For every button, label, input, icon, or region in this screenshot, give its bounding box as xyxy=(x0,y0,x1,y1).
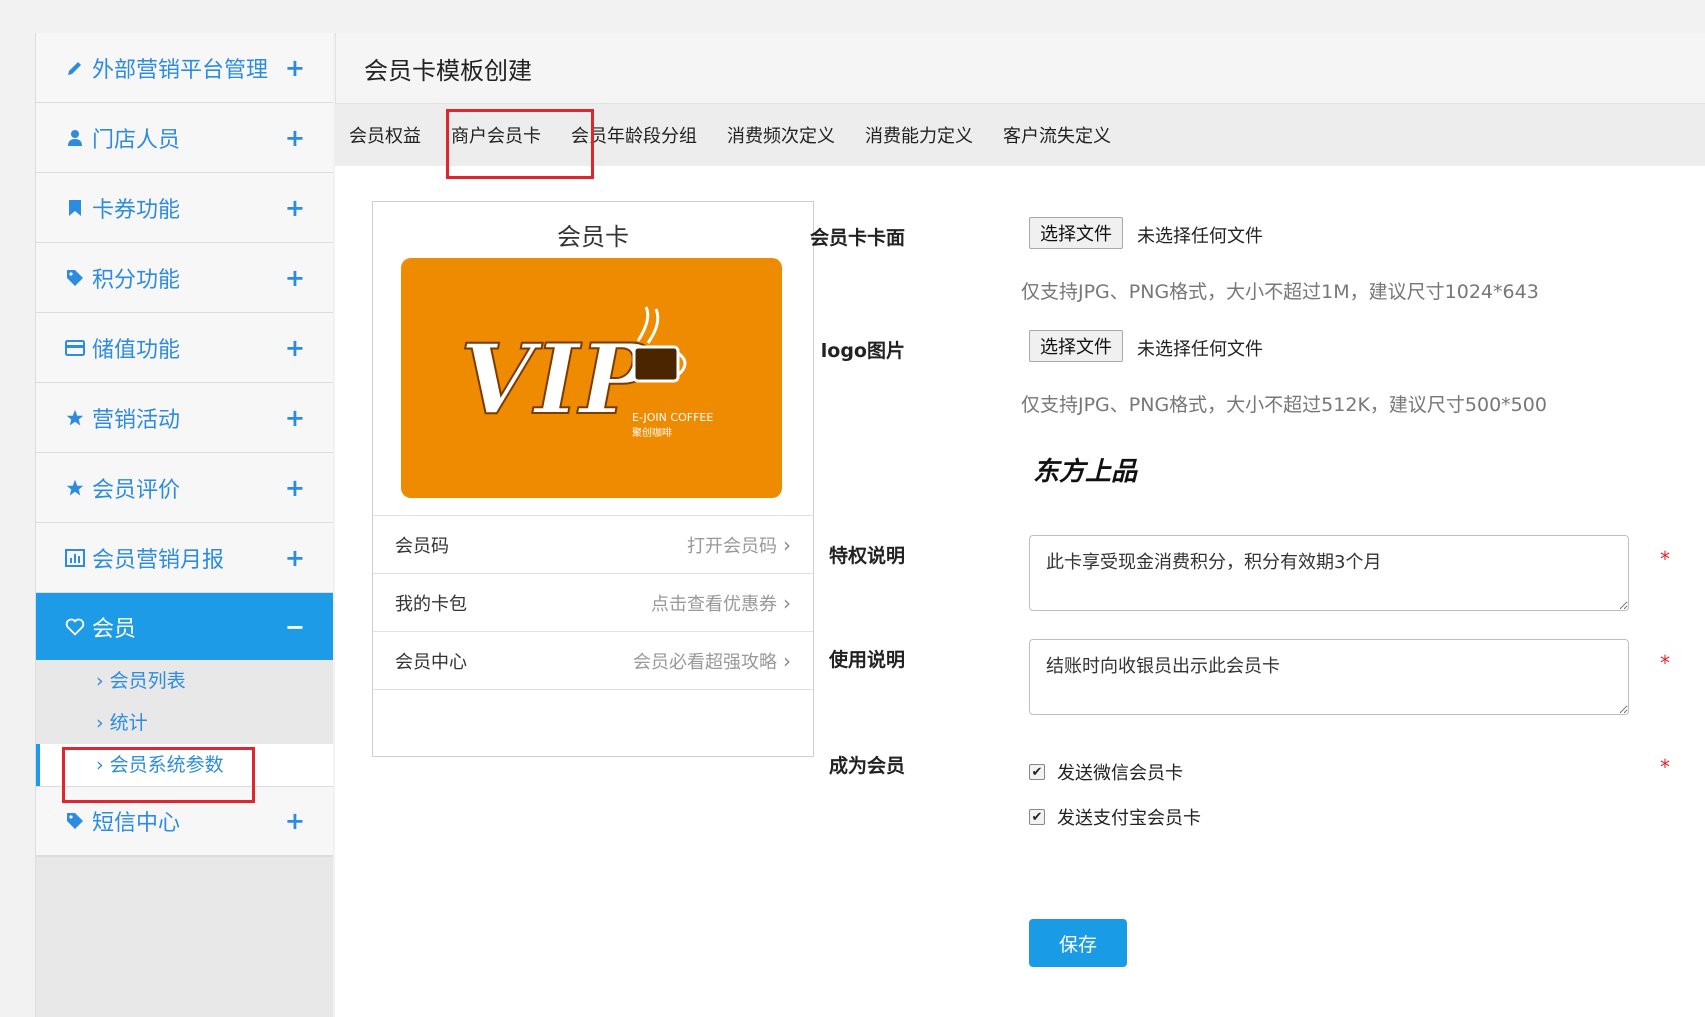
sidebar-item-points[interactable]: 积分功能 + xyxy=(36,243,333,313)
collapse-icon[interactable]: − xyxy=(285,613,305,641)
preview-row-my-wallet[interactable]: 我的卡包 点击查看优惠券 › xyxy=(373,573,813,631)
save-button[interactable]: 保存 xyxy=(1029,919,1127,967)
logo-label: logo图片 xyxy=(820,340,905,362)
svg-text:聚创咖啡: 聚创咖啡 xyxy=(632,426,672,439)
privilege-label: 特权说明 xyxy=(828,545,905,567)
expand-icon[interactable]: + xyxy=(285,334,305,362)
sidebar-item-monthly-report[interactable]: 会员营销月报 + xyxy=(36,523,333,593)
sidebar-item-member[interactable]: 会员 − xyxy=(36,593,333,660)
heart-icon xyxy=(64,618,86,636)
vip-card-image: VIP E-JOIN COFFEE 聚创咖啡 xyxy=(401,258,782,498)
main-panel: 会员卡模板创建 会员权益 商户会员卡 会员年龄段分组 消费频次定义 消费能力定义… xyxy=(335,33,1705,1017)
become-member-label: 成为会员 xyxy=(828,755,905,777)
card-face-file-state: 未选择任何文件 xyxy=(1137,226,1263,247)
sidebar: 外部营销平台管理 + 门店人员 + 卡券功能 + 积分功能 + 储值功能 + 营… xyxy=(35,33,333,1017)
preview-title: 会员卡 xyxy=(557,223,629,251)
sidebar-item-label: 会员评价 xyxy=(92,477,181,503)
logo-hint: 仅支持JPG、PNG格式，大小不超过512K，建议尺寸500*500 xyxy=(1021,394,1547,416)
sidebar-item-marketing-activities[interactable]: 营销活动 + xyxy=(36,383,333,453)
sidebar-item-label: 外部营销平台管理 xyxy=(92,57,269,83)
sidebar-item-label: 储值功能 xyxy=(92,337,181,363)
expand-icon[interactable]: + xyxy=(285,404,305,432)
svg-text:VIP: VIP xyxy=(460,323,654,436)
preview-row-member-code[interactable]: 会员码 打开会员码 › xyxy=(373,515,813,573)
star-icon xyxy=(64,409,86,427)
sidebar-item-stored-value[interactable]: 储值功能 + xyxy=(36,313,333,383)
logo-preview-image: 东方上品 xyxy=(1033,457,1138,487)
star-icon xyxy=(64,479,86,497)
bar-chart-icon xyxy=(64,548,86,567)
sidebar-item-label: 营销活动 xyxy=(92,407,181,433)
highlight-box xyxy=(446,109,594,179)
checkbox-checked-icon[interactable]: ✔ xyxy=(1029,764,1045,780)
card-face-hint: 仅支持JPG、PNG格式，大小不超过1M，建议尺寸1024*643 xyxy=(1021,281,1539,303)
sidebar-item-label: 短信中心 xyxy=(92,811,181,836)
chevron-right-icon: › xyxy=(783,590,791,615)
highlight-box xyxy=(62,747,255,803)
usage-label: 使用说明 xyxy=(828,649,905,671)
required-mark: * xyxy=(1660,547,1670,571)
expand-icon[interactable]: + xyxy=(285,264,305,292)
tag-icon xyxy=(64,812,86,830)
card-face-label: 会员卡卡面 xyxy=(809,227,905,249)
sidebar-item-label: 门店人员 xyxy=(92,127,181,153)
sidebar-item-store-staff[interactable]: 门店人员 + xyxy=(36,103,333,173)
preview-row-member-center[interactable]: 会员中心 会员必看超强攻略 › xyxy=(373,631,813,689)
logo-file-button[interactable]: 选择文件 xyxy=(1029,330,1123,362)
tab-member-benefits[interactable]: 会员权益 xyxy=(349,122,421,148)
sidebar-filler xyxy=(36,856,333,1017)
sidebar-item-label: 积分功能 xyxy=(92,267,181,293)
page-title: 会员卡模板创建 xyxy=(335,33,1705,104)
required-mark: * xyxy=(1660,755,1670,779)
required-mark: * xyxy=(1660,651,1670,675)
wechat-card-option[interactable]: ✔ 发送微信会员卡 xyxy=(1029,759,1183,785)
pencil-icon xyxy=(64,59,86,77)
expand-icon[interactable]: + xyxy=(285,544,305,572)
expand-icon[interactable]: + xyxy=(285,124,305,152)
sidebar-item-label: 会员营销月报 xyxy=(92,547,225,573)
sidebar-item-external-marketing[interactable]: 外部营销平台管理 + xyxy=(36,33,333,103)
sidebar-item-label: 会员 xyxy=(92,616,137,642)
bookmark-icon xyxy=(64,199,86,217)
logo-file-state: 未选择任何文件 xyxy=(1137,339,1263,360)
tab-consumption-frequency[interactable]: 消费频次定义 xyxy=(727,122,835,148)
sidebar-item-label: 卡券功能 xyxy=(92,197,181,223)
submenu-item-statistics[interactable]: › 统计 xyxy=(36,702,333,744)
tag-icon xyxy=(64,269,86,287)
card-preview: 会员卡 VIP E-JOIN COFFEE 聚创咖啡 会员码 打开会员码 › 我的… xyxy=(372,201,814,757)
checkbox-checked-icon[interactable]: ✔ xyxy=(1029,809,1045,825)
expand-icon[interactable]: + xyxy=(285,474,305,502)
tab-consumption-capacity[interactable]: 消费能力定义 xyxy=(865,122,973,148)
expand-icon[interactable]: + xyxy=(285,54,305,82)
sidebar-item-coupons[interactable]: 卡券功能 + xyxy=(36,173,333,243)
submenu-item-member-list[interactable]: › 会员列表 xyxy=(36,660,333,702)
expand-icon[interactable]: + xyxy=(285,807,305,835)
svg-text:E-JOIN COFFEE: E-JOIN COFFEE xyxy=(632,411,713,424)
tab-customer-churn[interactable]: 客户流失定义 xyxy=(1003,122,1111,148)
usage-textarea[interactable]: 结账时向收银员出示此会员卡 xyxy=(1029,639,1629,715)
credit-card-icon xyxy=(64,339,86,356)
user-icon xyxy=(64,129,86,147)
privilege-textarea[interactable]: 此卡享受现金消费积分，积分有效期3个月 xyxy=(1029,535,1629,611)
card-face-file-button[interactable]: 选择文件 xyxy=(1029,217,1123,249)
expand-icon[interactable]: + xyxy=(285,194,305,222)
sidebar-item-member-reviews[interactable]: 会员评价 + xyxy=(36,453,333,523)
alipay-card-option[interactable]: ✔ 发送支付宝会员卡 xyxy=(1029,804,1201,830)
preview-row-empty xyxy=(373,689,813,747)
vip-logo-icon: VIP E-JOIN COFFEE 聚创咖啡 xyxy=(459,306,713,439)
